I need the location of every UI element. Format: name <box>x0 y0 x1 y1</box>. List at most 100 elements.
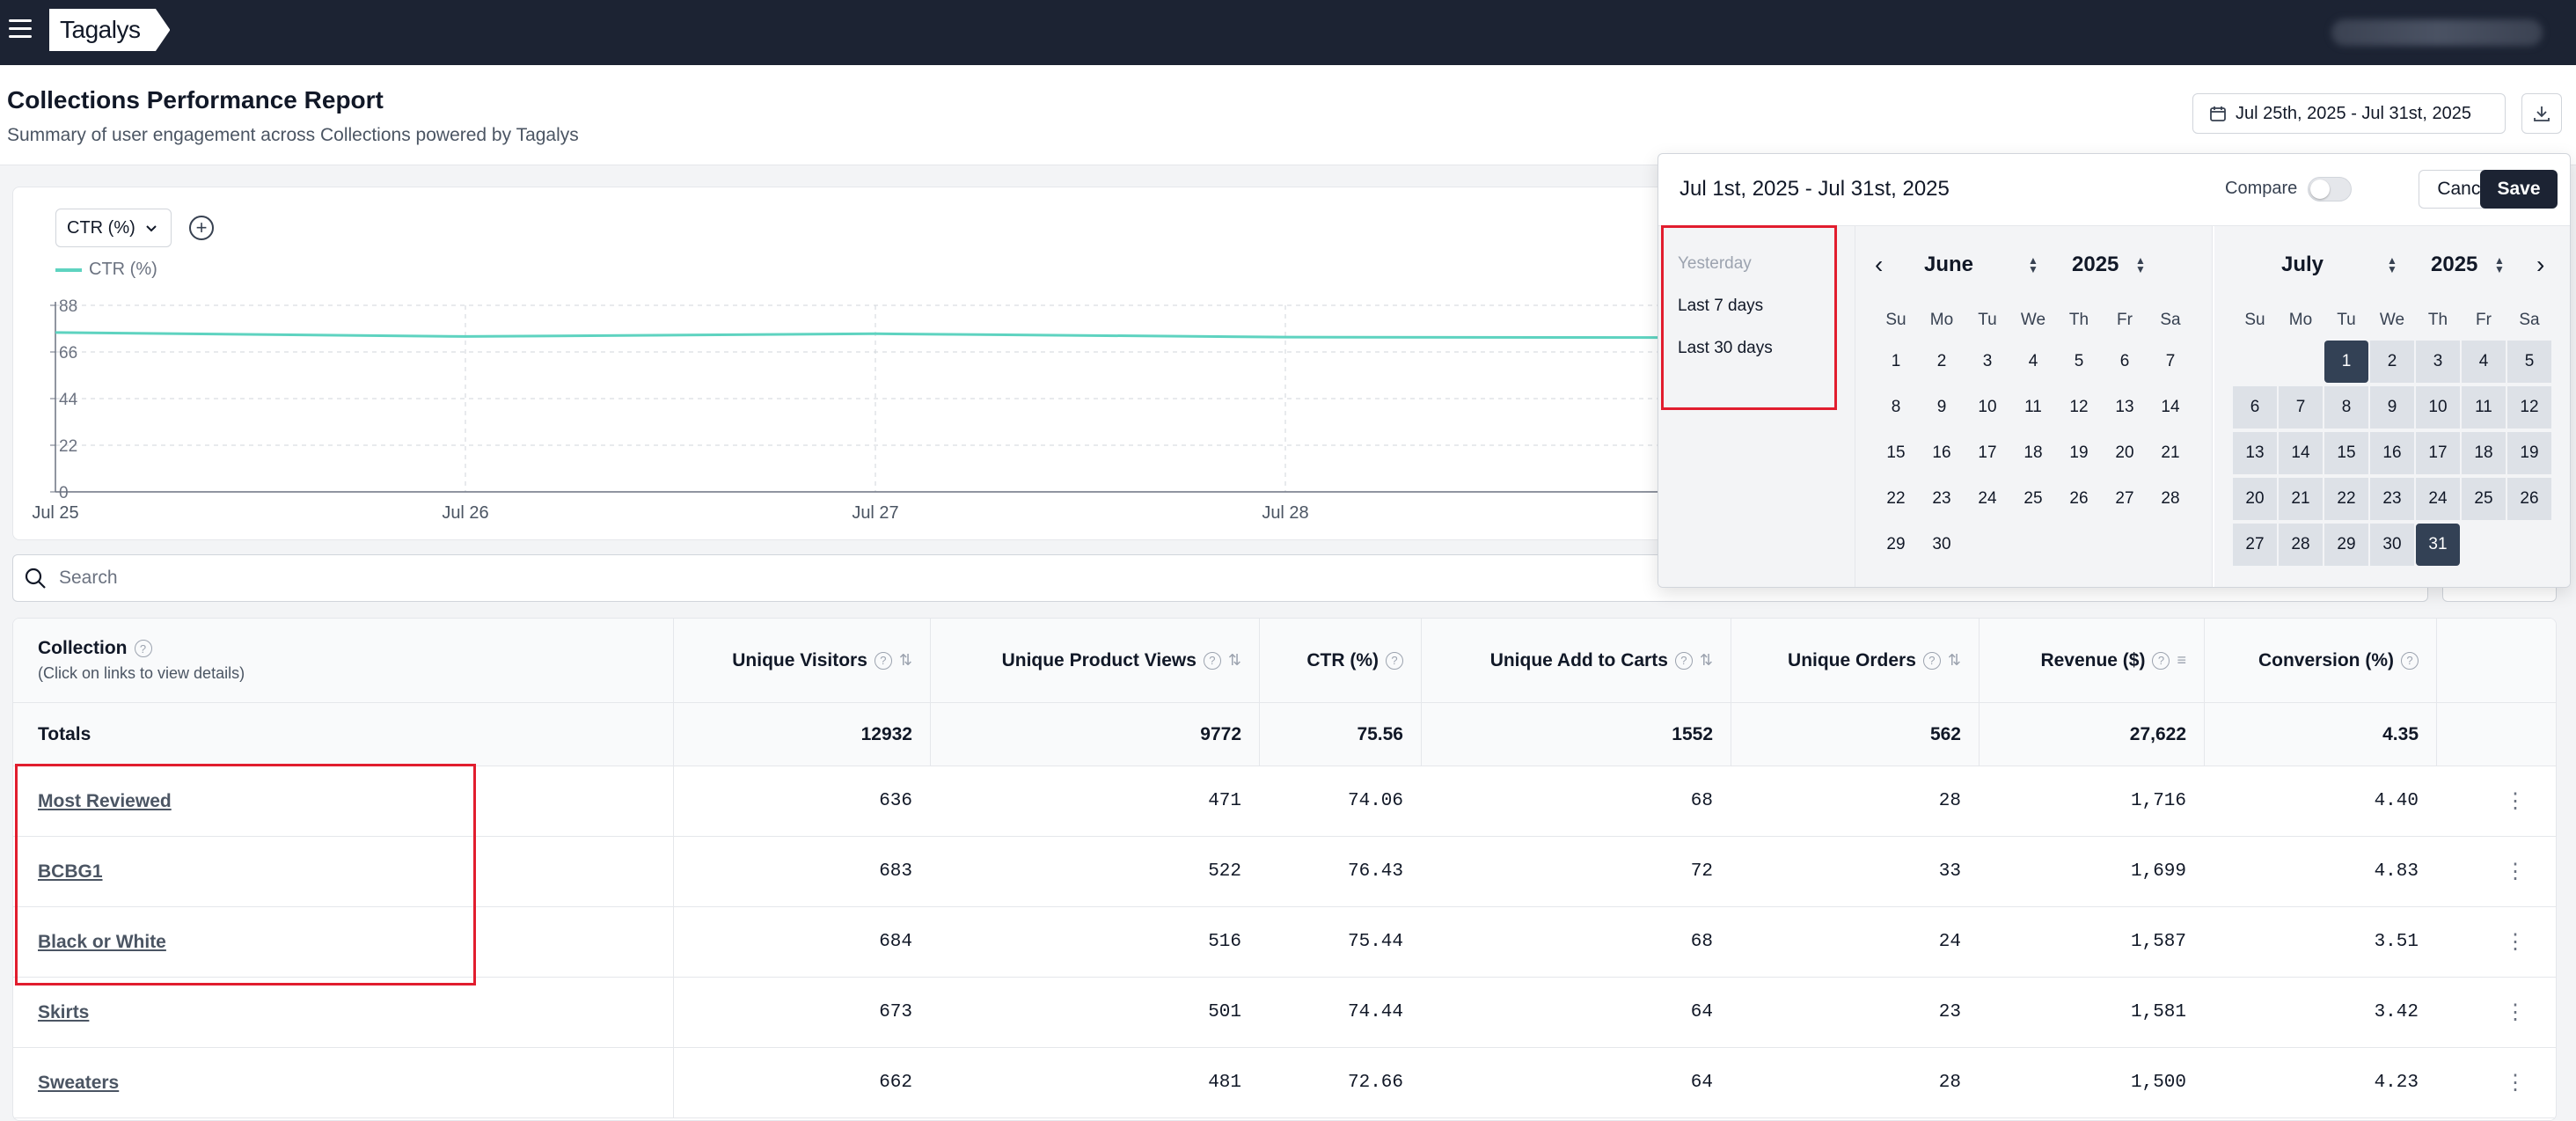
col-conversion[interactable]: Conversion (%) ? <box>2204 619 2436 702</box>
calendar-day[interactable]: 25 <box>2011 478 2055 520</box>
calendar-day[interactable]: 26 <box>2507 478 2551 520</box>
calendar-day[interactable]: 31 <box>2416 524 2460 566</box>
calendar-day[interactable]: 6 <box>2233 386 2277 429</box>
date-range-button[interactable]: Jul 25th, 2025 - Jul 31st, 2025 <box>2192 93 2506 134</box>
calendar-day[interactable]: 19 <box>2057 432 2101 474</box>
calendar-day[interactable]: 10 <box>1965 386 2009 429</box>
calendar-day[interactable]: 15 <box>1874 432 1918 474</box>
more-options-icon[interactable]: ⋮ <box>2505 837 2526 906</box>
calendar-day[interactable]: 4 <box>2462 341 2506 383</box>
calendar-day[interactable]: 27 <box>2233 524 2277 566</box>
help-icon[interactable]: ? <box>874 651 892 670</box>
year-select[interactable]: 2025 <box>2431 253 2477 277</box>
col-unique-orders[interactable]: Unique Orders ? ⇅ <box>1731 619 1979 702</box>
calendar-day[interactable]: 27 <box>2103 478 2147 520</box>
more-options-icon[interactable]: ⋮ <box>2505 766 2526 836</box>
calendar-day[interactable]: 23 <box>2370 478 2414 520</box>
help-icon[interactable]: ? <box>134 640 152 657</box>
next-month-icon[interactable]: › <box>2536 251 2544 279</box>
calendar-day[interactable]: 1 <box>2324 341 2368 383</box>
calendar-day[interactable]: 17 <box>2416 432 2460 474</box>
calendar-day[interactable]: 2 <box>2370 341 2414 383</box>
calendar-day[interactable]: 7 <box>2148 341 2192 383</box>
sort-desc-icon[interactable]: ≡ <box>2177 651 2186 670</box>
calendar-day[interactable]: 3 <box>2416 341 2460 383</box>
calendar-day[interactable]: 16 <box>2370 432 2414 474</box>
calendar-day[interactable]: 24 <box>2416 478 2460 520</box>
calendar-day[interactable]: 14 <box>2279 432 2323 474</box>
calendar-day[interactable]: 5 <box>2057 341 2101 383</box>
calendar-day[interactable]: 30 <box>2370 524 2414 566</box>
calendar-day[interactable]: 9 <box>2370 386 2414 429</box>
calendar-day[interactable]: 5 <box>2507 341 2551 383</box>
help-icon[interactable]: ? <box>1922 651 1941 670</box>
calendar-day[interactable]: 12 <box>2507 386 2551 429</box>
help-icon[interactable]: ? <box>1386 651 1403 670</box>
calendar-day[interactable]: 8 <box>1874 386 1918 429</box>
calendar-day[interactable]: 22 <box>1874 478 1918 520</box>
calendar-day[interactable]: 8 <box>2324 386 2368 429</box>
user-account[interactable] <box>2331 19 2543 46</box>
help-icon[interactable]: ? <box>1203 651 1221 670</box>
calendar-day[interactable]: 16 <box>1920 432 1964 474</box>
more-options-icon[interactable]: ⋮ <box>2505 907 2526 977</box>
calendar-day[interactable]: 18 <box>2011 432 2055 474</box>
calendar-day[interactable]: 24 <box>1965 478 2009 520</box>
month-select[interactable]: June <box>1924 253 1973 277</box>
month-updown-icon[interactable]: ▲ ▼ <box>2028 255 2038 275</box>
download-button[interactable] <box>2521 93 2562 134</box>
calendar-day[interactable]: 20 <box>2103 432 2147 474</box>
sort-icon[interactable]: ⇅ <box>1228 651 1241 670</box>
calendar-day[interactable]: 30 <box>1920 524 1964 566</box>
more-options-icon[interactable]: ⋮ <box>2505 978 2526 1047</box>
year-select[interactable]: 2025 <box>2072 253 2119 277</box>
more-options-icon[interactable]: ⋮ <box>2505 1048 2526 1117</box>
calendar-day[interactable]: 19 <box>2507 432 2551 474</box>
col-revenue[interactable]: Revenue ($) ? ≡ <box>1979 619 2204 702</box>
calendar-day[interactable]: 23 <box>1920 478 1964 520</box>
calendar-day[interactable]: 21 <box>2148 432 2192 474</box>
calendar-day[interactable]: 1 <box>1874 341 1918 383</box>
calendar-day[interactable]: 29 <box>2324 524 2368 566</box>
calendar-day[interactable]: 13 <box>2103 386 2147 429</box>
calendar-day[interactable]: 21 <box>2279 478 2323 520</box>
col-unique-product-views[interactable]: Unique Product Views ? ⇅ <box>930 619 1259 702</box>
help-icon[interactable]: ? <box>2152 651 2170 670</box>
calendar-day[interactable]: 22 <box>2324 478 2368 520</box>
collection-link[interactable]: Skirts <box>13 1002 89 1023</box>
calendar-day[interactable]: 3 <box>1965 341 2009 383</box>
calendar-day[interactable]: 15 <box>2324 432 2368 474</box>
calendar-day[interactable]: 11 <box>2011 386 2055 429</box>
col-ctr[interactable]: CTR (%) ? <box>1259 619 1421 702</box>
calendar-day[interactable]: 20 <box>2233 478 2277 520</box>
year-updown-icon[interactable]: ▲ ▼ <box>2135 255 2146 275</box>
calendar-day[interactable]: 17 <box>1965 432 2009 474</box>
calendar-day[interactable]: 4 <box>2011 341 2055 383</box>
save-button[interactable]: Save <box>2480 170 2558 209</box>
calendar-day[interactable]: 7 <box>2279 386 2323 429</box>
year-updown-icon[interactable]: ▲ ▼ <box>2494 255 2505 275</box>
collection-link[interactable]: Sweaters <box>13 1073 119 1094</box>
calendar-day[interactable]: 10 <box>2416 386 2460 429</box>
calendar-day[interactable]: 13 <box>2233 432 2277 474</box>
calendar-day[interactable]: 28 <box>2279 524 2323 566</box>
calendar-day[interactable]: 6 <box>2103 341 2147 383</box>
sort-icon[interactable]: ⇅ <box>1700 651 1713 670</box>
calendar-day[interactable]: 26 <box>2057 478 2101 520</box>
calendar-day[interactable]: 9 <box>1920 386 1964 429</box>
col-unique-add-to-carts[interactable]: Unique Add to Carts ? ⇅ <box>1421 619 1731 702</box>
compare-toggle[interactable] <box>2308 177 2352 201</box>
menu-icon[interactable] <box>9 19 32 39</box>
month-updown-icon[interactable]: ▲ ▼ <box>2387 255 2397 275</box>
calendar-day[interactable]: 29 <box>1874 524 1918 566</box>
prev-month-icon[interactable]: ‹ <box>1875 251 1883 279</box>
calendar-day[interactable]: 28 <box>2148 478 2192 520</box>
calendar-day[interactable]: 14 <box>2148 386 2192 429</box>
calendar-day[interactable]: 25 <box>2462 478 2506 520</box>
month-select[interactable]: July <box>2281 253 2324 277</box>
logo[interactable]: Tagalys <box>49 9 171 51</box>
calendar-day[interactable]: 12 <box>2057 386 2101 429</box>
calendar-day[interactable]: 2 <box>1920 341 1964 383</box>
help-icon[interactable]: ? <box>1674 651 1693 670</box>
col-unique-visitors[interactable]: Unique Visitors ? ⇅ <box>673 619 930 702</box>
